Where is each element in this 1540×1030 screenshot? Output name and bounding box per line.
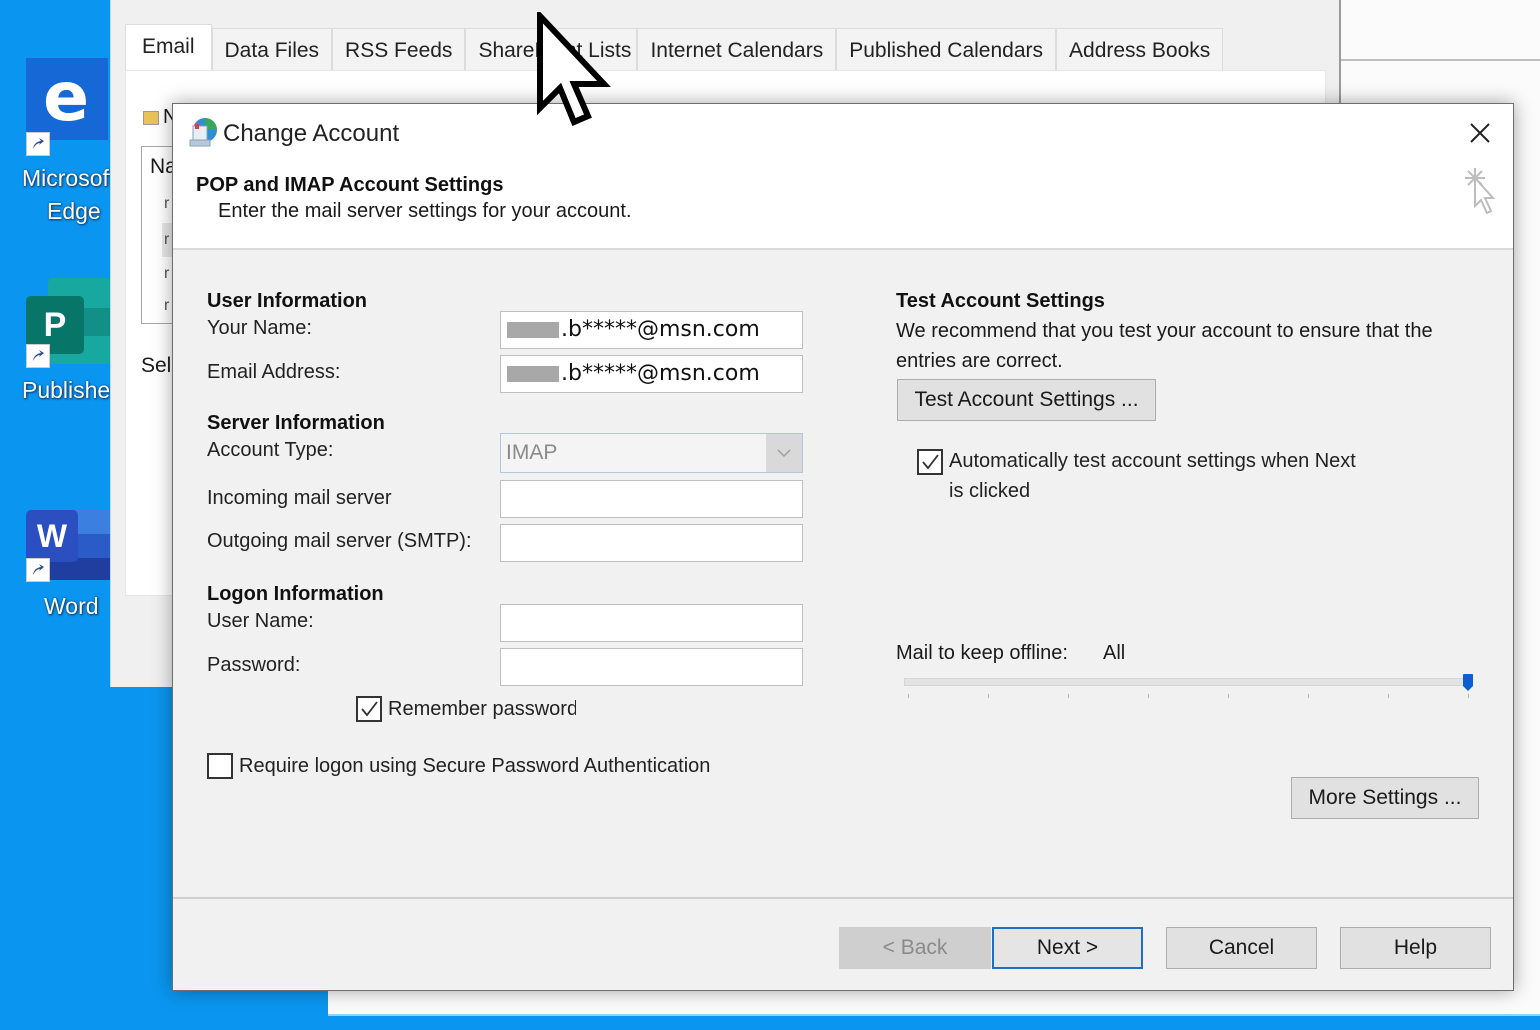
background-window-divider	[1338, 59, 1540, 61]
slider-thumb[interactable]	[1463, 674, 1473, 691]
test-account-description: We recommend that you test your account …	[896, 320, 1433, 372]
desktop-icon-publisher[interactable]: P Publisher	[22, 278, 122, 408]
spa-label: Require logon using Secure Password Auth…	[239, 755, 711, 777]
tab-address-books[interactable]: Address Books	[1056, 28, 1224, 73]
outgoing-mail-server-input[interactable]	[500, 524, 803, 562]
desktop-icon-edge[interactable]: e Microsoft Edge	[22, 58, 122, 228]
incoming-mail-server-input[interactable]	[500, 480, 803, 518]
help-button[interactable]: Help	[1340, 927, 1491, 969]
user-information-heading: User Information	[207, 290, 368, 312]
user-name-label: User Name:	[207, 610, 314, 628]
user-name-input[interactable]	[500, 604, 803, 642]
mail-offline-label: Mail to keep offline:	[896, 642, 1068, 664]
footer-divider	[173, 897, 1513, 899]
email-address-input[interactable]: .b*****@msn.com	[500, 355, 803, 393]
cancel-button[interactable]: Cancel	[1166, 927, 1317, 969]
mail-offline-slider[interactable]	[904, 678, 1467, 686]
next-button[interactable]: Next >	[992, 927, 1143, 969]
server-information-heading: Server Information	[207, 412, 385, 434]
slider-tick	[988, 694, 989, 698]
password-input[interactable]	[500, 648, 803, 686]
test-account-settings-heading: Test Account Settings	[896, 290, 1105, 312]
your-name-label: Your Name:	[207, 317, 312, 339]
back-button[interactable]: < Back	[839, 927, 991, 969]
outgoing-mail-server-label: Outgoing mail server (SMTP):	[207, 530, 472, 552]
account-type-value: IMAP	[506, 441, 558, 464]
slider-tick	[1308, 694, 1309, 698]
close-button[interactable]	[1465, 118, 1495, 148]
account-list-row[interactable]: r	[164, 265, 169, 283]
account-list-row[interactable]: r	[164, 297, 169, 315]
email-address-label: Email Address:	[207, 361, 341, 383]
shortcut-arrow-icon	[26, 558, 50, 582]
checkbox-checked[interactable]	[356, 696, 382, 722]
tab-data-files[interactable]: Data Files	[211, 28, 333, 73]
checkbox-unchecked[interactable]	[207, 753, 233, 779]
redacted-text	[507, 366, 559, 382]
select-account-text: Sel	[141, 354, 172, 377]
busy-cursor-icon	[1461, 166, 1501, 218]
dialog-heading: POP and IMAP Account Settings	[196, 174, 504, 196]
account-settings-app-icon	[187, 116, 219, 148]
edge-icon: e	[26, 58, 108, 140]
test-account-settings-button[interactable]: Test Account Settings ...	[897, 379, 1156, 421]
shortcut-arrow-icon	[26, 344, 50, 368]
remember-password-checkbox[interactable]: Remember password	[356, 696, 576, 722]
close-icon	[1470, 123, 1490, 143]
tab-internet-calendars[interactable]: Internet Calendars	[637, 28, 837, 73]
password-label: Password:	[207, 654, 301, 672]
remember-password-label: Remember password	[388, 698, 576, 720]
redacted-text	[507, 322, 559, 338]
mouse-cursor-icon	[536, 8, 612, 132]
incoming-mail-server-label: Incoming mail server	[207, 487, 392, 509]
new-account-icon	[143, 110, 159, 125]
slider-tick	[1068, 694, 1069, 698]
account-settings-tabs: Email Data Files RSS Feeds SharePoint Li…	[125, 24, 1224, 73]
account-type-select[interactable]: IMAP	[500, 433, 803, 473]
tab-rss-feeds[interactable]: RSS Feeds	[332, 28, 466, 73]
tab-published-calendars[interactable]: Published Calendars	[836, 28, 1057, 73]
shortcut-arrow-icon	[26, 132, 50, 156]
your-name-input[interactable]: .b*****@msn.com	[500, 311, 803, 349]
account-type-label: Account Type:	[207, 439, 334, 461]
account-list-row[interactable]: r	[164, 231, 169, 249]
change-account-dialog: Change Account POP and IMAP Account Sett…	[172, 103, 1514, 991]
auto-test-checkbox[interactable]: Automatically test account settings when…	[917, 449, 1356, 506]
desktop-icon-word[interactable]: W Word	[22, 498, 122, 628]
slider-tick	[1388, 694, 1389, 698]
slider-tick	[1228, 694, 1229, 698]
dialog-subheading: Enter the mail server settings for your …	[218, 200, 632, 222]
slider-tick	[908, 694, 909, 698]
slider-tick	[1148, 694, 1149, 698]
auto-test-label-line2: is clicked	[949, 480, 1031, 502]
spa-checkbox[interactable]: Require logon using Secure Password Auth…	[207, 753, 710, 779]
svg-text:e: e	[43, 58, 89, 137]
logon-information-heading: Logon Information	[207, 583, 384, 605]
checkmark-icon	[361, 701, 378, 717]
slider-tick	[1468, 694, 1469, 698]
tab-email[interactable]: Email	[125, 24, 212, 72]
account-list-row[interactable]: r	[164, 195, 169, 213]
dialog-title: Change Account	[223, 120, 400, 147]
auto-test-label-line1: Automatically test account settings when…	[949, 450, 1356, 472]
more-settings-button[interactable]: More Settings ...	[1291, 777, 1479, 819]
checkbox-checked[interactable]	[917, 449, 943, 475]
mail-offline-value: All	[1103, 642, 1126, 664]
dialog-header: Change Account POP and IMAP Account Sett…	[173, 104, 1513, 250]
checkmark-icon	[922, 454, 939, 470]
chevron-down-icon	[766, 434, 802, 472]
